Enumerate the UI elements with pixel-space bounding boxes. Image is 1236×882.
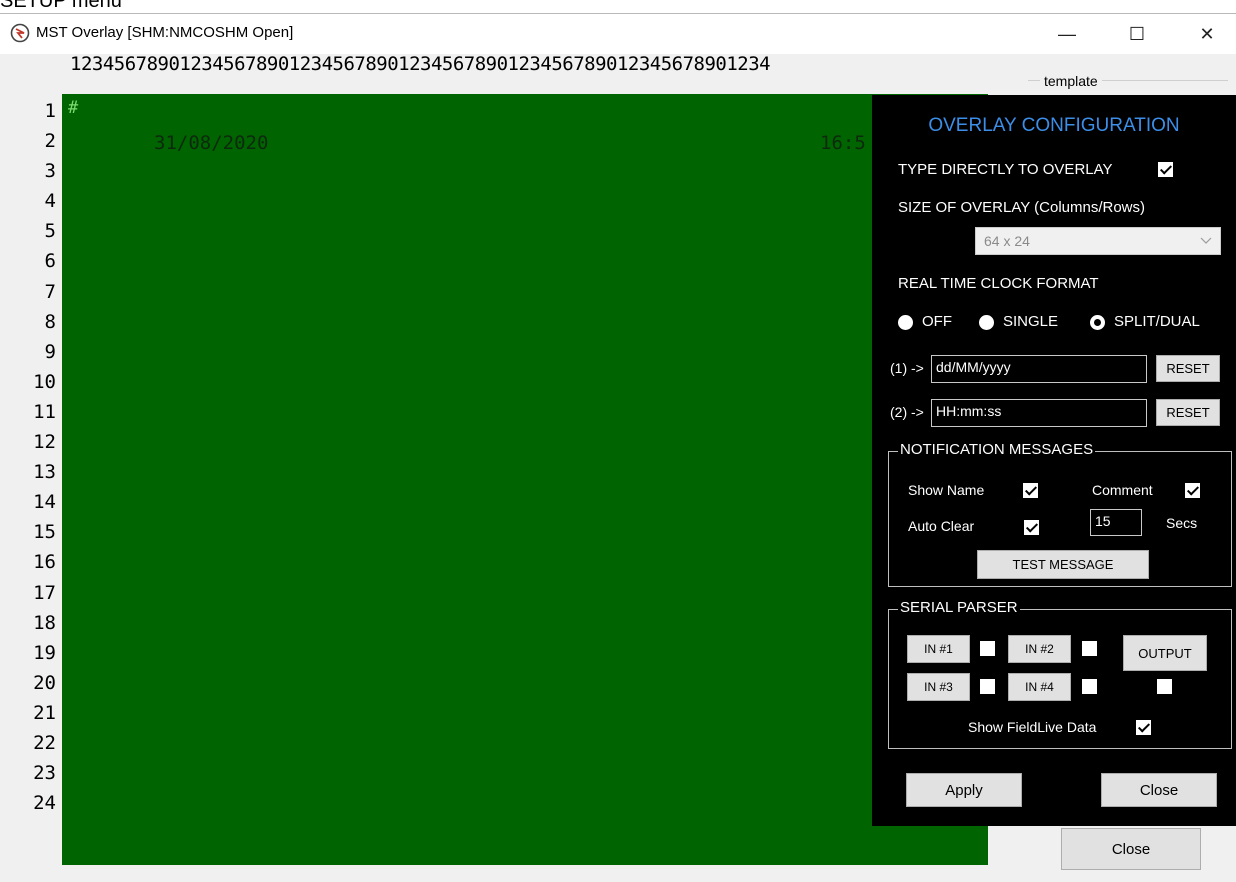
row-number: 10 (33, 370, 56, 393)
cursor-marker: # (68, 98, 79, 118)
row-number: 5 (44, 220, 56, 243)
maximize-button[interactable]: ☐ (1114, 14, 1160, 54)
size-select-value: 64 x 24 (984, 233, 1030, 249)
reset-format2-button[interactable]: RESET (1156, 399, 1220, 426)
in1-button[interactable]: IN #1 (907, 635, 970, 663)
row-number: 9 (44, 340, 56, 363)
screen-time: 16:5 (820, 132, 866, 154)
row-number: 13 (33, 461, 56, 484)
type-directly-checkbox[interactable] (1158, 162, 1173, 177)
page-caption: SETUP menu (0, 0, 122, 12)
row-number: 4 (44, 190, 56, 213)
row-number: 21 (33, 701, 56, 724)
row-number: 6 (44, 250, 56, 273)
in3-checkbox[interactable] (980, 679, 995, 694)
comment-checkbox[interactable] (1185, 483, 1200, 498)
in2-button[interactable]: IN #2 (1008, 635, 1071, 663)
format2-label: (2) -> (890, 404, 924, 420)
in3-button[interactable]: IN #3 (907, 673, 970, 701)
show-name-label: Show Name (908, 482, 985, 498)
show-fieldlive-checkbox[interactable] (1136, 720, 1151, 735)
size-label: SIZE OF OVERLAY (Columns/Rows) (898, 199, 1146, 216)
radio-split-dual-label: SPLIT/DUAL (1114, 313, 1200, 330)
secs-label: Secs (1166, 515, 1198, 531)
row-number: 8 (44, 310, 56, 333)
app-icon (10, 23, 30, 43)
row-number: 15 (33, 521, 56, 544)
show-name-checkbox[interactable] (1023, 483, 1038, 498)
close-window-button[interactable]: ✕ (1184, 14, 1230, 54)
radio-clock-split-dual[interactable] (1090, 315, 1105, 330)
row-number: 24 (33, 792, 56, 815)
format2-input[interactable]: HH:mm:ss (931, 399, 1147, 427)
auto-clear-secs-input[interactable]: 15 (1090, 509, 1142, 536)
row-number: 1 (44, 100, 56, 122)
radio-single-label: SINGLE (1003, 313, 1059, 330)
window-title: MST Overlay [SHM:NMCOSHM Open] (36, 24, 294, 41)
row-number: 20 (33, 671, 56, 694)
test-message-button[interactable]: TEST MESSAGE (977, 550, 1149, 579)
in2-checkbox[interactable] (1082, 641, 1097, 656)
size-select[interactable]: 64 x 24 (975, 227, 1221, 255)
radio-clock-off[interactable] (898, 315, 913, 330)
apply-button[interactable]: Apply (906, 773, 1022, 807)
row-number: 3 (44, 160, 56, 183)
format1-label: (1) -> (890, 360, 924, 376)
serial-parser-title: SERIAL PARSER (898, 599, 1020, 616)
auto-clear-label: Auto Clear (908, 518, 975, 534)
row-number: 22 (33, 731, 56, 754)
row-number: 12 (33, 431, 56, 454)
row-number: 16 (33, 551, 56, 574)
screen-date: 31/08/2020 (154, 132, 269, 154)
row-number: 7 (44, 280, 56, 303)
in4-button[interactable]: IN #4 (1008, 673, 1071, 701)
row-number: 17 (33, 581, 56, 604)
row-number: 14 (33, 491, 56, 514)
radio-off-label: OFF (922, 313, 952, 330)
overlay-screen[interactable]: # 31/08/2020 16:5 (62, 94, 988, 865)
notification-title: NOTIFICATION MESSAGES (898, 441, 1096, 458)
reset-format1-button[interactable]: RESET (1156, 355, 1220, 382)
panel-close-button[interactable]: Close (1101, 773, 1217, 807)
row-number: 2 (44, 130, 56, 153)
auto-clear-checkbox[interactable] (1024, 520, 1039, 535)
template-label: template (1040, 73, 1102, 89)
in4-checkbox[interactable] (1082, 679, 1097, 694)
clock-format-label: REAL TIME CLOCK FORMAT (898, 275, 1099, 292)
row-number: 23 (33, 762, 56, 785)
main-close-button[interactable]: Close (1061, 828, 1201, 870)
title-bar[interactable]: MST Overlay [SHM:NMCOSHM Open] — ☐ ✕ (0, 14, 1236, 54)
minimize-button[interactable]: — (1044, 14, 1090, 54)
format1-input[interactable]: dd/MM/yyyy (931, 355, 1147, 383)
row-number: 19 (33, 641, 56, 664)
row-numbers: 1 2 3 4 5 6 7 8 9 10 11 12 13 14 15 16 17 18 19 20 21 22 23 24 (0, 96, 56, 818)
in1-checkbox[interactable] (980, 641, 995, 656)
chevron-down-icon (1200, 237, 1212, 244)
row-number: 18 (33, 611, 56, 634)
output-button[interactable]: OUTPUT (1123, 635, 1207, 671)
comment-label: Comment (1092, 482, 1153, 498)
show-fieldlive-label: Show FieldLive Data (968, 719, 1097, 735)
panel-title: OVERLAY CONFIGURATION (928, 115, 1180, 136)
type-directly-label: TYPE DIRECTLY TO OVERLAY (898, 161, 1113, 178)
output-checkbox[interactable] (1157, 679, 1172, 694)
radio-clock-single[interactable] (979, 315, 994, 330)
overlay-config-panel: OVERLAY CONFIGURATION TYPE DIRECTLY TO O… (872, 95, 1236, 826)
column-ruler: 1234567890123456789012345678901234567890… (70, 53, 771, 75)
row-number: 11 (33, 400, 56, 423)
